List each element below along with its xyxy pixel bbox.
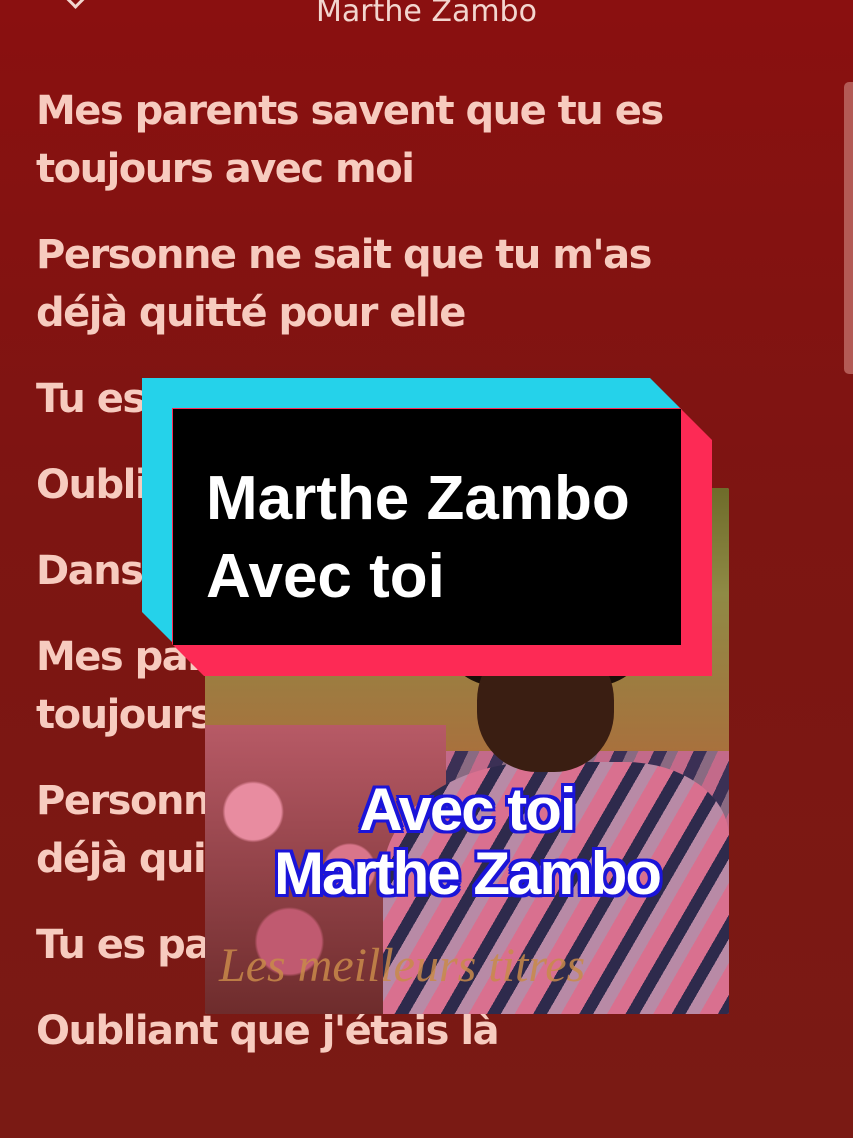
album-art-subtitle: Les meilleurs titres (219, 939, 586, 992)
lyric-line[interactable]: Personne ne sait que tu m'as déjà quitté… (36, 226, 716, 342)
album-art-song-title: Avec toi (359, 776, 576, 843)
artist-title: Marthe Zambo (316, 0, 537, 29)
overlay-song-title: Avec toi (206, 542, 445, 611)
title-overlay-card: Marthe Zambo Avec toi (142, 378, 712, 676)
album-art-artist-name: Marthe Zambo (273, 840, 662, 907)
scrollbar[interactable] (844, 82, 853, 374)
lyric-line[interactable]: Mes parents savent que tu es toujours av… (36, 82, 716, 198)
overlay-artist-name: Marthe Zambo (206, 464, 630, 533)
overlay-text: Marthe Zambo Avec toi (206, 460, 630, 616)
